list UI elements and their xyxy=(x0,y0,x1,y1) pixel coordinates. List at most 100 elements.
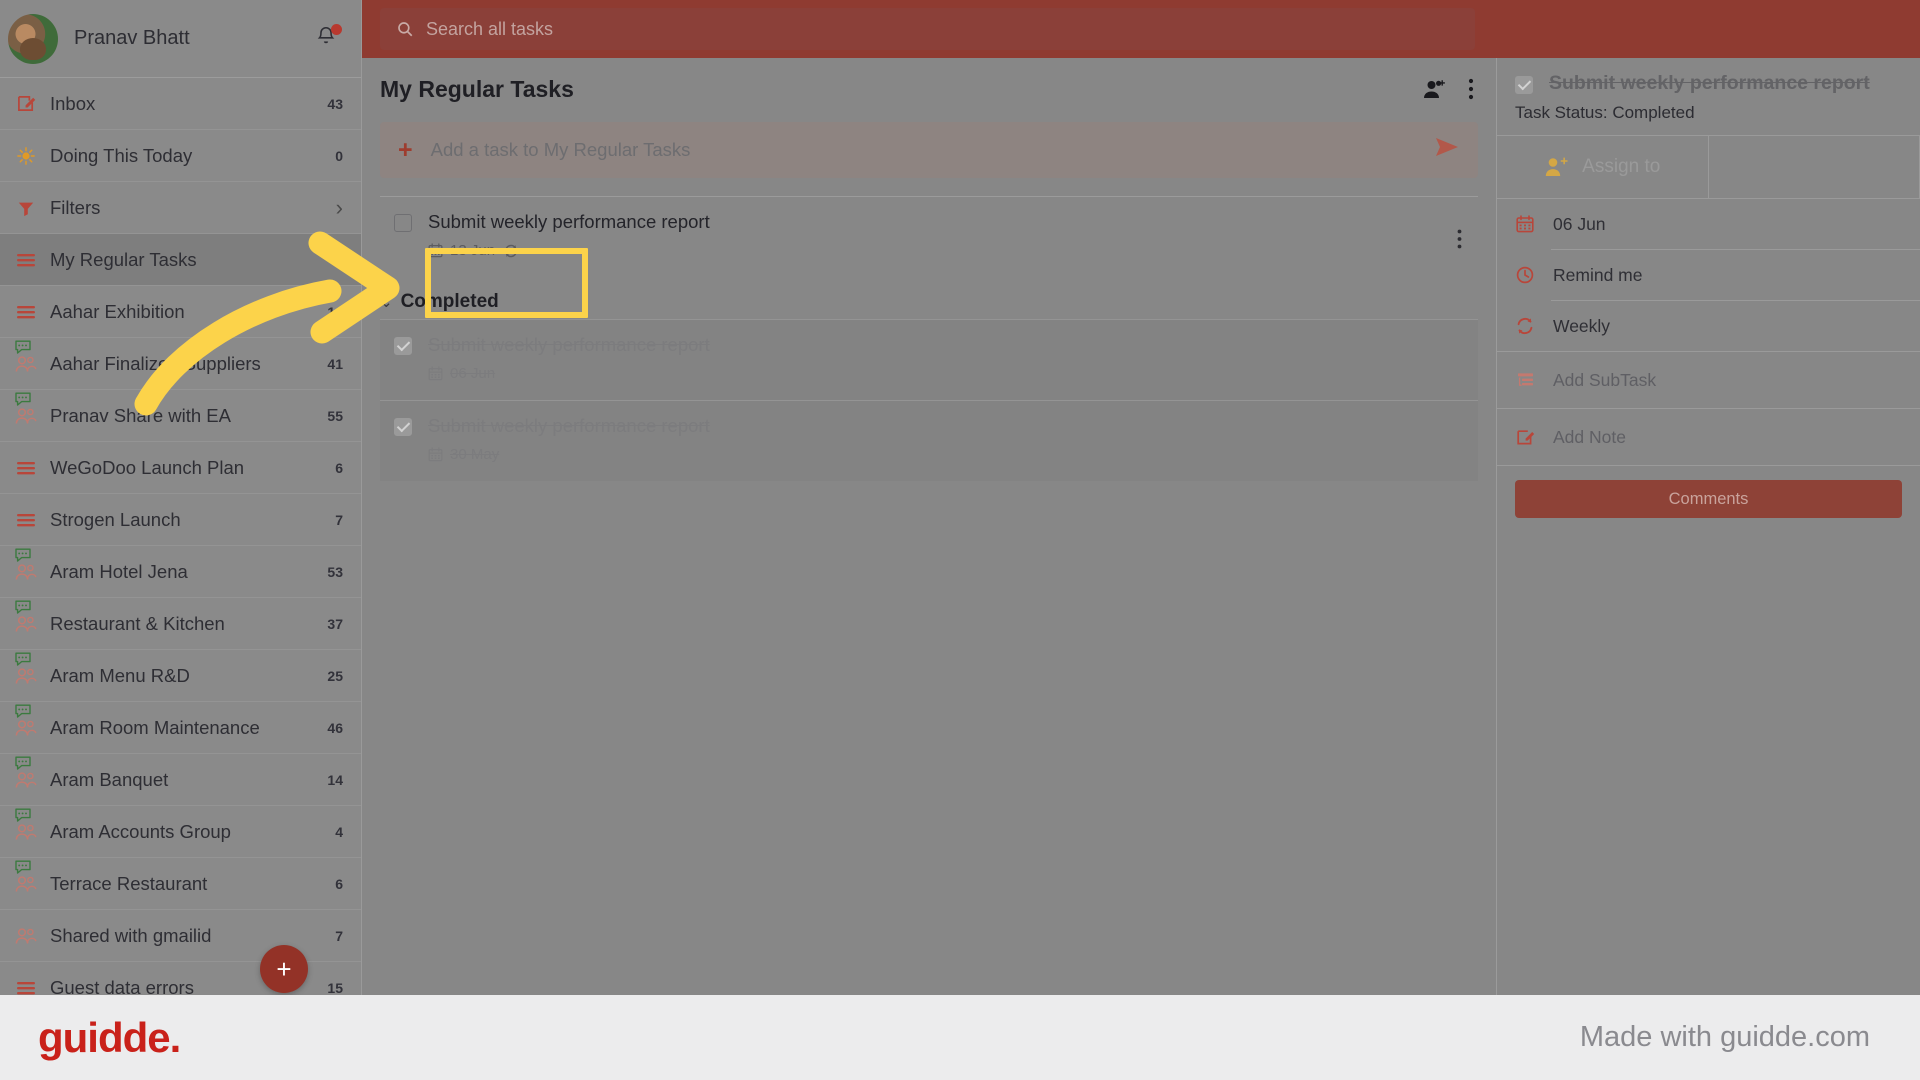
task-checkbox[interactable] xyxy=(394,418,412,436)
sidebar-item-strogen-launch[interactable]: Strogen Launch 7 xyxy=(0,494,361,546)
chat-bubble-icon xyxy=(15,340,31,354)
sidebar-item-doing-this-today[interactable]: Doing This Today 0 xyxy=(0,130,361,182)
task-title: Submit weekly performance report xyxy=(428,415,710,436)
task-due-date: 30 May xyxy=(450,446,500,463)
detail-checkbox[interactable] xyxy=(1515,76,1533,94)
detail-row-add-subtask[interactable]: Add SubTask xyxy=(1497,352,1920,408)
task-meta: 06 Jun xyxy=(428,365,1462,382)
sidebar-item-label: WeGoDoo Launch Plan xyxy=(50,456,245,478)
sidebar-item-count: 4 xyxy=(335,823,343,840)
group-icon xyxy=(12,927,40,945)
sidebar-item-label: Aram Hotel Jena xyxy=(50,560,188,582)
sidebar-item-aram-room-maintenance[interactable]: Aram Room Maintenance 46 xyxy=(0,702,361,754)
group-icon xyxy=(15,823,37,840)
task-due-date: 06 Jun xyxy=(450,365,496,382)
detail-row-add-note[interactable]: Add Note xyxy=(1497,409,1920,465)
repeat-icon xyxy=(1515,317,1535,335)
send-icon[interactable] xyxy=(1434,136,1460,165)
sidebar-list[interactable]: Inbox 43 Doing This Today 0 Filters › My Regul… xyxy=(0,78,361,995)
assign-to-button[interactable]: Assign to xyxy=(1497,136,1709,198)
sidebar-item-shared-with-gmailid[interactable]: Shared with gmailid 7 xyxy=(0,910,361,962)
detail-row-label: 06 Jun xyxy=(1553,213,1606,234)
sidebar-item-count: 6 xyxy=(335,875,343,892)
assign-row: Assign to xyxy=(1497,136,1920,198)
sidebar-item-aahar-exhibition[interactable]: Aahar Exhibition 16 xyxy=(0,286,361,338)
detail-row-weekly[interactable]: Weekly xyxy=(1497,301,1920,351)
guidde-footer: guidde. Made with guidde.com xyxy=(0,995,1920,1080)
sidebar-item-count: 15 xyxy=(327,979,343,996)
chat-bubble-icon xyxy=(15,808,31,822)
task-row[interactable]: Submit weekly performance report 30 May xyxy=(380,400,1478,481)
sidebar-item-pranav-share-with-ea[interactable]: Pranav Share with EA 55 xyxy=(0,390,361,442)
sun-icon xyxy=(12,146,40,165)
sidebar-header: Pranav Bhatt xyxy=(0,0,361,78)
sidebar-item-aram-menu-r-d[interactable]: Aram Menu R&D 25 xyxy=(0,650,361,702)
detail-row-block: Add SubTask xyxy=(1497,352,1920,409)
sidebar-item-inbox[interactable]: Inbox 43 xyxy=(0,78,361,130)
clock-icon xyxy=(1516,266,1534,284)
page-title: My Regular Tasks xyxy=(380,75,574,102)
funnel-icon xyxy=(12,199,40,217)
calendar-icon xyxy=(1516,215,1534,233)
add-task-input[interactable]: + Add a task to My Regular Tasks xyxy=(380,122,1478,178)
task-checkbox[interactable] xyxy=(394,337,412,355)
sidebar-item-label: Aahar Exhibition xyxy=(50,300,185,322)
assign-user-icon xyxy=(1545,157,1568,176)
detail-row-block: Weekly xyxy=(1497,301,1920,352)
list-icon xyxy=(12,512,40,528)
mini-calendar-icon xyxy=(428,366,443,381)
group-icon xyxy=(15,719,37,736)
calendar-icon xyxy=(1515,215,1535,233)
notification-bell-icon[interactable] xyxy=(315,23,342,54)
task-meta: 30 May xyxy=(428,446,1462,463)
sidebar-item-wegodoo-launch-plan[interactable]: WeGoDoo Launch Plan 6 xyxy=(0,442,361,494)
task-row[interactable]: Submit weekly performance report 06 Jun xyxy=(380,319,1478,400)
assign-extra-cell[interactable] xyxy=(1709,136,1920,198)
sidebar-item-count: 37 xyxy=(327,615,343,632)
add-list-fab-button[interactable]: + xyxy=(260,945,308,993)
group-icon xyxy=(15,563,37,580)
sidebar-item-label: Doing This Today xyxy=(50,144,193,166)
note-edit-icon xyxy=(1515,428,1535,447)
main-panel: My Regular Tasks + Add a task to My Regu… xyxy=(362,58,1497,995)
task-checkbox[interactable] xyxy=(394,214,412,232)
sidebar: Pranav Bhatt Inbox 43 Doing This Today 0 Fil… xyxy=(0,0,362,995)
subtask-icon xyxy=(1515,371,1535,390)
sidebar-item-count: 7 xyxy=(335,927,343,944)
sidebar-item-filters[interactable]: Filters › xyxy=(0,182,361,234)
sidebar-item-aram-hotel-jena[interactable]: Aram Hotel Jena 53 xyxy=(0,546,361,598)
comments-button[interactable]: Comments xyxy=(1515,480,1902,518)
list-icon xyxy=(17,981,35,994)
chat-bubble-icon xyxy=(14,340,32,355)
sidebar-item-aahar-finalized-suppliers[interactable]: Aahar Finalized Suppliers 41 xyxy=(0,338,361,390)
chevron-right-icon: › xyxy=(335,194,343,220)
group-icon xyxy=(15,667,37,684)
group-icon xyxy=(12,771,40,789)
task-more-icon[interactable] xyxy=(1457,229,1462,249)
sidebar-item-label: Aahar Finalized Suppliers xyxy=(50,352,261,374)
task-title: Submit weekly performance report xyxy=(428,211,710,232)
list-icon xyxy=(17,513,35,526)
detail-row-remind-me[interactable]: Remind me xyxy=(1497,250,1920,300)
sidebar-item-aram-accounts-group[interactable]: Aram Accounts Group 4 xyxy=(0,806,361,858)
chat-bubble-icon xyxy=(14,392,32,407)
search-input[interactable]: Search all tasks xyxy=(380,8,1475,50)
sidebar-item-aram-banquet[interactable]: Aram Banquet 14 xyxy=(0,754,361,806)
detail-row-block: Remind me xyxy=(1497,250,1920,301)
detail-row-block: 06 Jun xyxy=(1497,199,1920,250)
sidebar-item-my-regular-tasks[interactable]: My Regular Tasks xyxy=(0,234,361,286)
sidebar-item-count: 53 xyxy=(327,563,343,580)
add-members-icon[interactable] xyxy=(1422,79,1448,99)
avatar[interactable] xyxy=(8,13,58,64)
list-icon xyxy=(17,253,35,266)
sidebar-item-label: Terrace Restaurant xyxy=(50,872,208,894)
detail-rows: 06 Jun Remind me Weekly Add SubTask Add Note xyxy=(1497,199,1920,466)
group-icon xyxy=(15,355,37,372)
more-vertical-icon[interactable] xyxy=(1468,78,1474,100)
sidebar-item-terrace-restaurant[interactable]: Terrace Restaurant 6 xyxy=(0,858,361,910)
list-icon xyxy=(12,460,40,476)
sidebar-item-restaurant-kitchen[interactable]: Restaurant & Kitchen 37 xyxy=(0,598,361,650)
sidebar-item-count: 7 xyxy=(335,511,343,528)
sidebar-item-label: Aram Room Maintenance xyxy=(50,716,260,738)
detail-row-06-jun[interactable]: 06 Jun xyxy=(1497,199,1920,249)
